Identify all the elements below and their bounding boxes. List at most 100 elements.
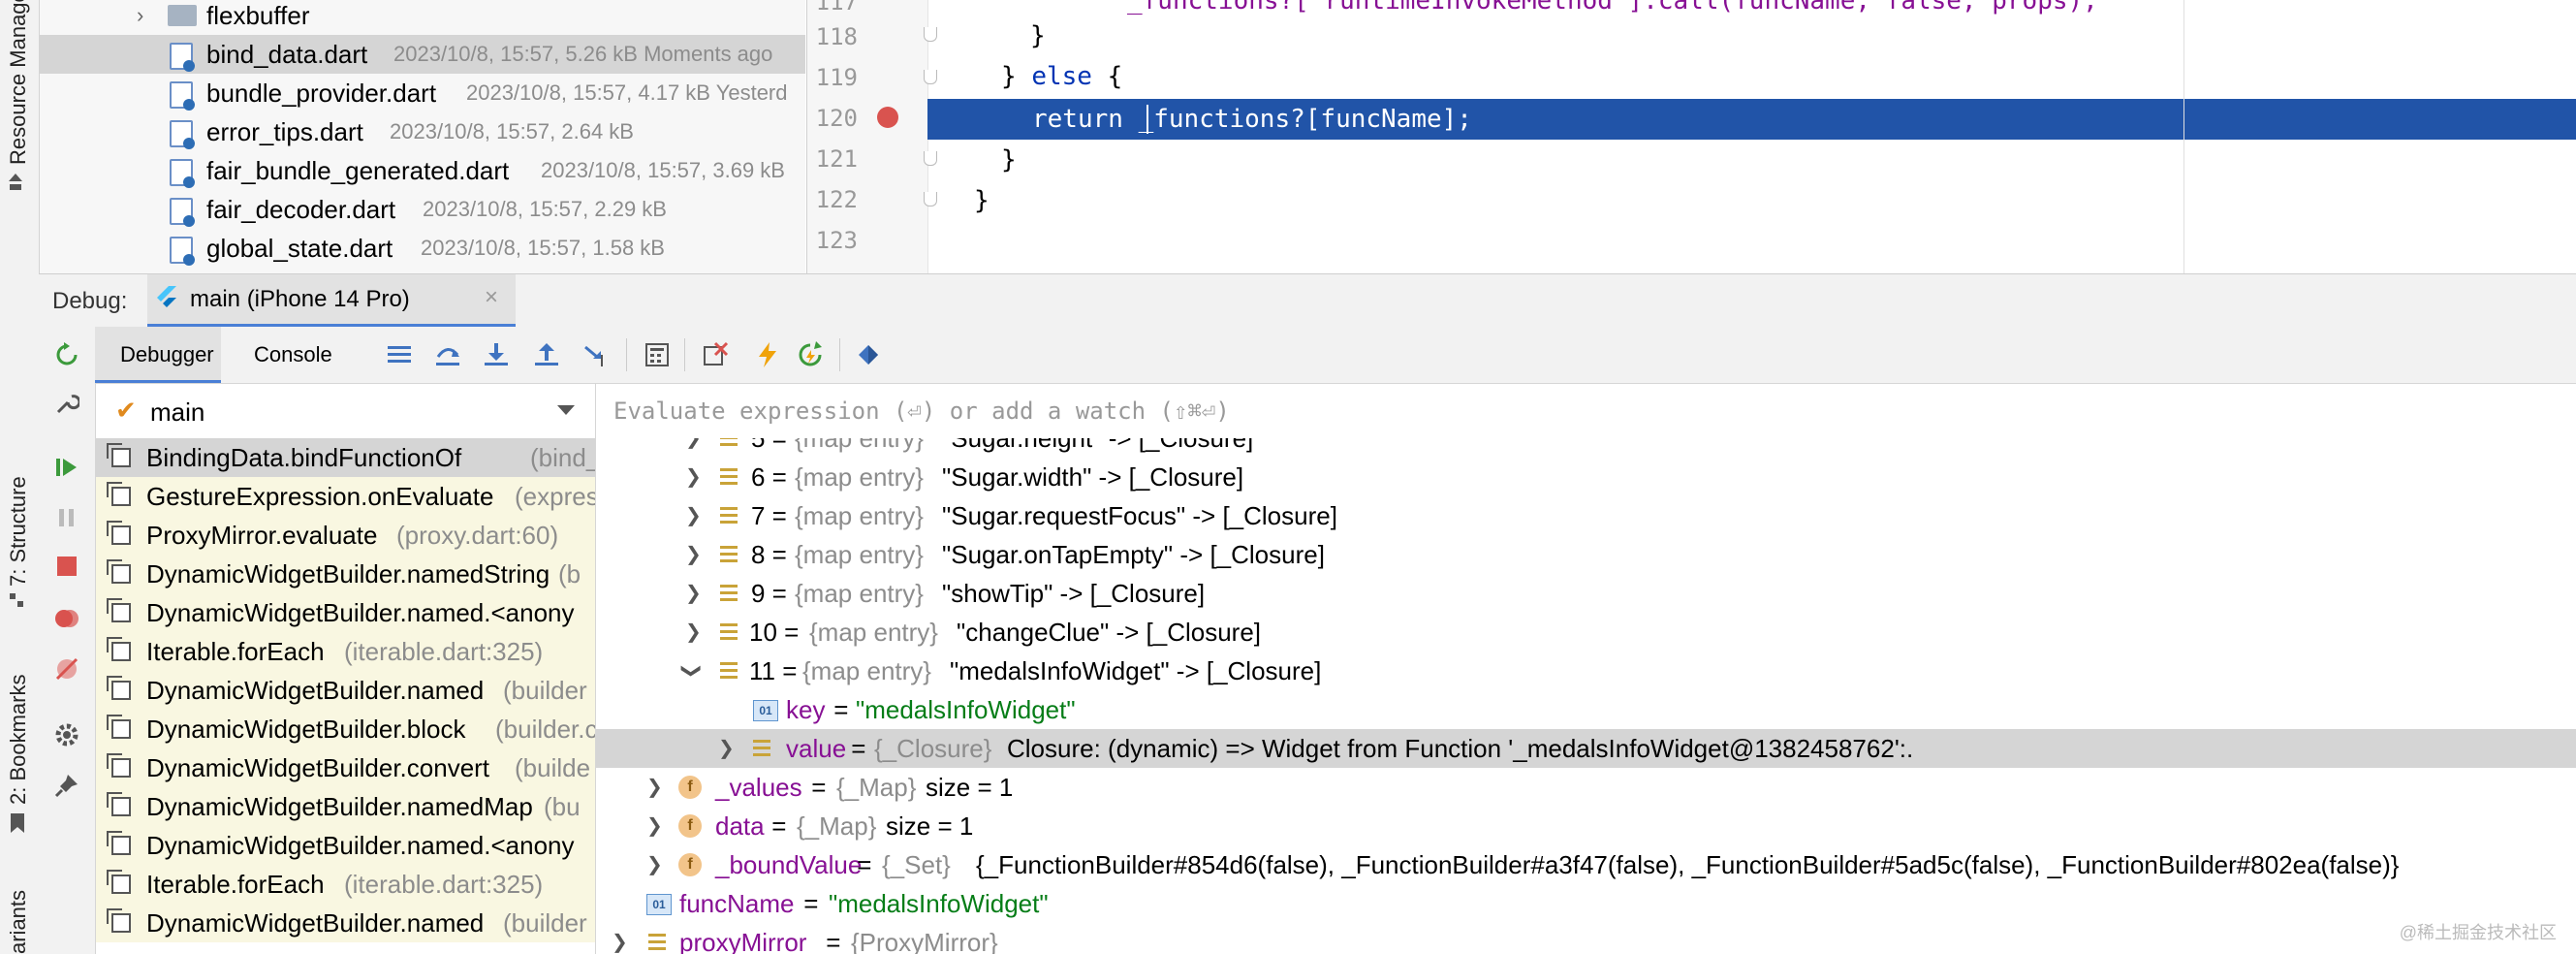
chevron-right-icon[interactable]: ❯ [612, 923, 628, 954]
var-index: 10 = [749, 618, 800, 647]
side-tab-variants[interactable]: ariants [6, 890, 31, 954]
line-number: 123 [815, 227, 858, 254]
show-execution-point-icon[interactable] [386, 341, 413, 368]
side-tab-structure[interactable]: 7: Structure [6, 476, 31, 587]
resume-icon[interactable] [54, 455, 79, 480]
table-row[interactable]: ❯ 10 = {map entry} "changeClue" -> [_Clo… [596, 613, 2576, 652]
code-editor[interactable]: 117 118 119 120 121 122 123 _functions?[… [806, 0, 2576, 273]
mute-breakpoints-icon[interactable] [54, 656, 79, 682]
tree-folder-row[interactable]: › flexbuffer [40, 0, 805, 35]
step-out-icon[interactable] [533, 341, 560, 368]
table-row[interactable]: ❯ 8 = {map entry} "Sugar.onTapEmpty" -> … [596, 535, 2576, 574]
fold-marker-icon[interactable] [924, 27, 937, 42]
var-value: "Sugar.requestFocus" -> [_Closure] [942, 501, 1337, 530]
table-row[interactable]: ❯ 11 = {map entry} "medalsInfoWidget" ->… [596, 652, 2576, 690]
close-icon[interactable]: × [485, 284, 498, 311]
list-item[interactable]: DynamicWidgetBuilder.convert (builde [96, 748, 595, 787]
list-item[interactable]: DynamicWidgetBuilder.named.<anony [96, 826, 595, 865]
tab-console[interactable]: Console [240, 327, 349, 383]
var-eq: = [797, 889, 826, 918]
list-item[interactable]: DynamicWidgetBuilder.namedMap (bu [96, 787, 595, 826]
list-item[interactable]: DynamicWidgetBuilder.named (builder [96, 904, 595, 942]
list-item[interactable]: DynamicWidgetBuilder.block (builder.c [96, 710, 595, 748]
file-name: fair_decoder.dart [206, 195, 396, 224]
table-row[interactable]: ❯ value = {_Closure} Closure: (dynamic) … [596, 729, 2576, 768]
side-tab-bookmarks[interactable]: 2: Bookmarks [6, 675, 31, 806]
step-over-icon[interactable] [434, 341, 461, 368]
wrench-icon[interactable] [54, 391, 81, 416]
table-row[interactable]: ❯ proxyMirror = {ProxyMirror} [596, 923, 2576, 954]
var-value: "Sugar.width" -> [_Closure] [942, 462, 1244, 492]
tree-file-row[interactable]: global_state.dart 2023/10/8, 15:57, 1.58… [40, 229, 805, 268]
chevron-right-icon[interactable]: ❯ [685, 535, 702, 574]
run-to-cursor-icon[interactable] [581, 341, 609, 368]
table-row[interactable]: ❯ 6 = {map entry} "Sugar.width" -> [_Clo… [596, 458, 2576, 496]
stop-icon[interactable] [54, 554, 79, 579]
devtools-icon[interactable] [855, 341, 882, 368]
toolbar-divider [684, 338, 685, 371]
chevron-right-icon[interactable]: ❯ [685, 574, 702, 613]
chevron-right-icon[interactable]: ❯ [646, 845, 663, 884]
tree-file-row[interactable]: error_tips.dart 2023/10/8, 15:57, 2.64 k… [40, 112, 805, 151]
fold-marker-icon[interactable] [924, 192, 937, 207]
line-number: 120 [815, 105, 858, 132]
chevron-right-icon[interactable]: ❯ [646, 807, 663, 845]
view-breakpoints-icon[interactable] [54, 606, 79, 631]
fold-marker-icon[interactable] [924, 151, 937, 166]
chevron-right-icon[interactable]: ❯ [718, 729, 735, 768]
pause-icon[interactable] [54, 505, 79, 530]
chevron-down-icon[interactable]: ❯ [672, 663, 710, 680]
list-item[interactable]: DynamicWidgetBuilder.named (builder [96, 671, 595, 710]
session-tab-label: main (iPhone 14 Pro) [190, 286, 410, 312]
breakpoint-icon[interactable] [877, 107, 898, 128]
tree-file-row[interactable]: fair_bundle_generated.dart 2023/10/8, 15… [40, 151, 805, 190]
chevron-right-icon[interactable]: ❯ [685, 496, 702, 535]
evaluate-expression-icon[interactable] [644, 341, 671, 368]
frames-list: BindingData.bindFunctionOf (bind_dat Gest… [96, 438, 596, 954]
list-item[interactable]: BindingData.bindFunctionOf (bind_dat [96, 438, 595, 477]
table-row[interactable]: ❯ f _boundValue = {_Set} {_FunctionBuild… [596, 845, 2576, 884]
list-item[interactable]: DynamicWidgetBuilder.named.<anony [96, 593, 595, 632]
list-item[interactable]: ProxyMirror.evaluate (proxy.dart:60) [96, 516, 595, 555]
var-index: 6 = [751, 462, 787, 492]
chevron-right-icon[interactable]: › [137, 0, 143, 35]
frame-name: DynamicWidgetBuilder.block [146, 715, 466, 744]
table-row[interactable]: ❯ f data = {_Map} size = 1 [596, 807, 2576, 845]
var-value: "medalsInfoWidget" [829, 889, 1049, 918]
drop-frame-icon[interactable] [702, 341, 729, 368]
table-row[interactable]: 01 funcName = "medalsInfoWidget" [596, 884, 2576, 923]
chevron-right-icon[interactable]: ❯ [685, 613, 702, 652]
list-item[interactable]: DynamicWidgetBuilder.namedString (b [96, 555, 595, 593]
hot-reload-icon[interactable] [754, 341, 781, 368]
table-row[interactable]: ❯ 7 = {map entry} "Sugar.requestFocus" -… [596, 496, 2576, 535]
side-tab-resource-manager[interactable]: Resource Manager [6, 0, 31, 165]
list-item[interactable]: GestureExpression.onEvaluate (expres [96, 477, 595, 516]
table-row[interactable]: 01 key = "medalsInfoWidget" [596, 690, 2576, 729]
chevron-right-icon[interactable]: ❯ [646, 768, 663, 807]
file-meta: 2023/10/8, 15:57, 2.64 kB [390, 119, 634, 143]
chevron-down-icon[interactable] [557, 405, 575, 415]
tab-debugger[interactable]: Debugger [95, 327, 221, 383]
fold-marker-icon[interactable] [924, 70, 937, 84]
stack-frame-icon [107, 676, 131, 700]
session-tab[interactable]: main (iPhone 14 Pro) × [147, 274, 516, 327]
table-row[interactable]: ❯ f _values = {_Map} size = 1 [596, 768, 2576, 807]
hot-restart-icon[interactable] [797, 341, 824, 368]
list-item[interactable]: Iterable.forEach (iterable.dart:325) [96, 632, 595, 671]
list-item[interactable]: Iterable.forEach (iterable.dart:325) [96, 865, 595, 904]
evaluate-expression-input[interactable]: Evaluate expression (⏎) or add a watch (… [596, 384, 2576, 439]
eval-placeholder: Evaluate expression (⏎) or add a watch (… [613, 398, 1230, 425]
tree-file-row[interactable]: fair_decoder.dart 2023/10/8, 15:57, 2.29… [40, 190, 805, 229]
table-row[interactable]: ❯ 5 = {map entry} "Sugar.height" -> [_Cl… [596, 438, 2576, 458]
gear-icon[interactable] [54, 722, 79, 747]
chevron-right-icon[interactable]: ❯ [685, 438, 702, 458]
thread-selector[interactable]: ✔ main [96, 384, 596, 439]
tree-file-row[interactable]: bind_data.dart 2023/10/8, 15:57, 5.26 kB… [40, 35, 805, 74]
chevron-right-icon[interactable]: ❯ [685, 458, 702, 496]
rerun-icon[interactable] [54, 342, 79, 367]
pin-icon[interactable] [54, 773, 79, 798]
step-into-icon[interactable] [483, 341, 510, 368]
tree-file-row[interactable]: bundle_provider.dart 2023/10/8, 15:57, 4… [40, 74, 805, 112]
table-row[interactable]: ❯ 9 = {map entry} "showTip" -> [_Closure… [596, 574, 2576, 613]
debug-label: Debug: [52, 288, 128, 314]
